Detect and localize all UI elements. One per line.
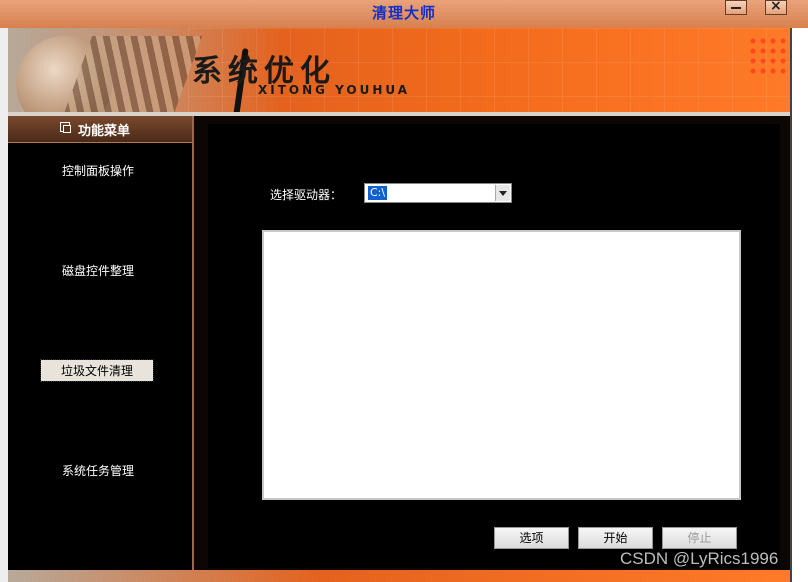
sidebar xyxy=(8,143,192,568)
header-banner: 系统优化 XITONG YOUHUA xyxy=(8,28,790,114)
banner-dots xyxy=(748,36,788,76)
drive-select[interactable]: C:\ xyxy=(364,183,512,203)
menu-header: 功能菜单 xyxy=(8,116,192,143)
menu-header-label: 功能菜单 xyxy=(78,124,131,139)
menu-item-task-manager[interactable]: 系统任务管理 xyxy=(62,462,134,479)
banner-subtitle: XITONG YOUHUA xyxy=(258,83,411,97)
window-frame-left xyxy=(0,28,8,582)
menu-icon xyxy=(60,122,71,133)
window-frame-right xyxy=(790,28,808,582)
close-icon: × xyxy=(770,0,782,14)
close-button[interactable]: × xyxy=(765,0,787,15)
menu-item-junk-cleanup[interactable]: 垃圾文件清理 xyxy=(39,359,155,382)
drive-select-value: C:\ xyxy=(368,186,388,200)
bottom-banner-strip xyxy=(8,570,790,582)
minimize-button[interactable] xyxy=(725,0,747,15)
options-button[interactable]: 选项 xyxy=(494,527,569,549)
window-frame-right-line xyxy=(790,28,792,582)
chevron-down-icon[interactable] xyxy=(495,185,510,201)
drive-select-label: 选择驱动器： xyxy=(270,188,343,202)
watermark: CSDN @LyRics1996 xyxy=(620,549,779,568)
start-button[interactable]: 开始 xyxy=(578,527,653,549)
title-bar: 清理大师 × xyxy=(0,0,808,28)
menu-item-disk-defrag[interactable]: 磁盘控件整理 xyxy=(62,262,134,279)
window-title: 清理大师 xyxy=(371,4,436,22)
menu-item-control-panel[interactable]: 控制面板操作 xyxy=(62,162,134,179)
file-list[interactable] xyxy=(262,230,741,500)
stop-button[interactable]: 停止 xyxy=(662,527,737,549)
